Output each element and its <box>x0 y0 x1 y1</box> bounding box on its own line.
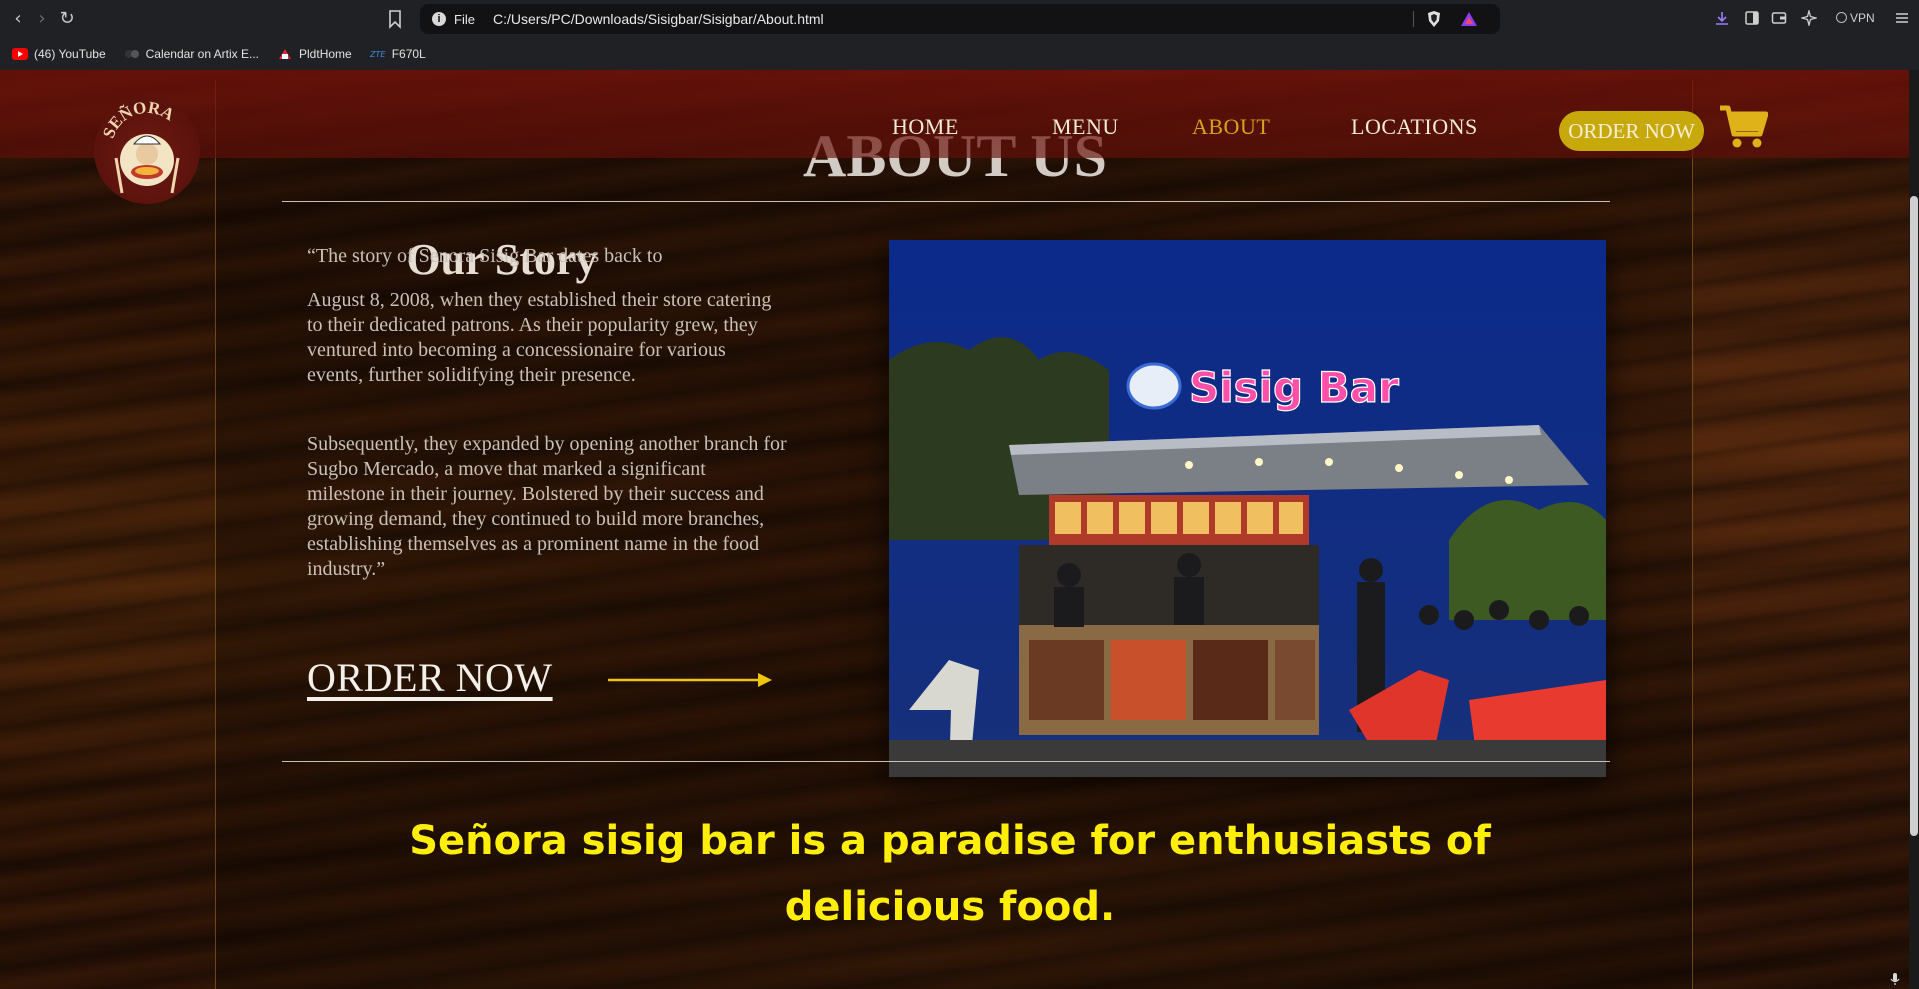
bottom-divider <box>282 761 1610 762</box>
bookmark-label: Calendar on Artix E... <box>145 47 260 61</box>
sign-text: Sisig Bar <box>1189 363 1399 412</box>
url-divider <box>1413 11 1414 27</box>
story-paragraph-intro: “The story of Senora Sisig Bar dates bac… <box>307 245 663 267</box>
chef-logo-icon: SEÑORA <box>99 98 180 194</box>
brave-rewards-icon[interactable] <box>1460 11 1478 27</box>
bookmark-label: (46) YouTube <box>34 47 106 61</box>
svg-text:SEÑORA: SEÑORA <box>99 98 178 141</box>
bookmark-icon[interactable] <box>386 9 404 29</box>
vpn-button[interactable]: VPN <box>1836 11 1875 25</box>
bookmark-artix-calendar[interactable]: Calendar on Artix E... <box>124 47 259 61</box>
story-paragraph-2: Subsequently, they expanded by opening a… <box>307 433 787 580</box>
back-icon[interactable]: ‹ <box>7 8 29 30</box>
address-bar[interactable]: i File C:/Users/PC/Downloads/Sisigbar/Si… <box>420 4 1500 34</box>
browser-toolbar: ‹ › ↻ i File C:/Users/PC/Downloads/Sisig… <box>0 0 1919 38</box>
bookmark-label: F670L <box>391 47 426 61</box>
forward-icon[interactable]: › <box>31 8 53 30</box>
bookmark-f670l[interactable]: ZTE F670L <box>370 47 426 61</box>
url-scheme: File <box>454 11 475 27</box>
bookmarks-bar: (46) YouTube Calendar on Artix E... Pldt… <box>0 38 1919 70</box>
reload-icon[interactable]: ↻ <box>56 8 78 30</box>
menu-icon[interactable] <box>1894 10 1910 26</box>
bookmark-pldthome[interactable]: PldtHome <box>277 47 352 61</box>
zte-icon: ZTE <box>370 50 386 59</box>
sidebar-icon[interactable] <box>1744 10 1760 26</box>
url-text[interactable]: C:/Users/PC/Downloads/Sisigbar/Sisigbar/… <box>493 11 824 27</box>
vpn-status-icon <box>1836 12 1847 23</box>
order-now-link[interactable]: ORDER NOW <box>307 654 553 701</box>
scrollbar-thumb[interactable] <box>1910 196 1918 836</box>
title-divider <box>282 201 1610 202</box>
brave-shields-icon[interactable] <box>1426 10 1442 28</box>
story-paragraph-1: August 8, 2008, when they established th… <box>307 289 772 386</box>
nav-menu[interactable]: MENU <box>1052 114 1119 140</box>
youtube-icon <box>12 48 28 60</box>
wallet-icon[interactable] <box>1771 10 1787 26</box>
nav-home[interactable]: HOME <box>892 114 959 140</box>
leo-ai-icon[interactable] <box>1801 10 1817 26</box>
nav-locations[interactable]: LOCATIONS <box>1351 114 1478 140</box>
storefront-image: Sisig Bar <box>889 240 1606 777</box>
download-icon[interactable] <box>1714 10 1730 26</box>
microphone-icon[interactable] <box>1888 972 1902 986</box>
tagline: Señora sisig bar is a paradise for enthu… <box>409 818 1491 930</box>
artix-icon <box>124 50 139 58</box>
bookmark-youtube[interactable]: (46) YouTube <box>12 47 106 61</box>
header-order-now-button[interactable]: ORDER NOW <box>1559 111 1704 151</box>
pldt-icon <box>279 49 292 59</box>
page-viewport: ABOUT US SEÑORA HOME MENU ABOUT LOCATION… <box>0 70 1909 989</box>
svg-text:ZTE: ZTE <box>370 50 386 59</box>
storefront-photo: Sisig Bar <box>889 240 1606 777</box>
logo-text: SEÑORA <box>99 98 178 141</box>
senora-logo[interactable]: SEÑORA <box>94 98 200 204</box>
bookmark-label: PldtHome <box>299 47 352 61</box>
cart-icon[interactable] <box>1718 102 1768 150</box>
vpn-label: VPN <box>1850 11 1875 25</box>
nav-about[interactable]: ABOUT <box>1192 114 1270 140</box>
info-icon[interactable]: i <box>432 12 446 26</box>
arrow-right-icon <box>608 673 772 687</box>
